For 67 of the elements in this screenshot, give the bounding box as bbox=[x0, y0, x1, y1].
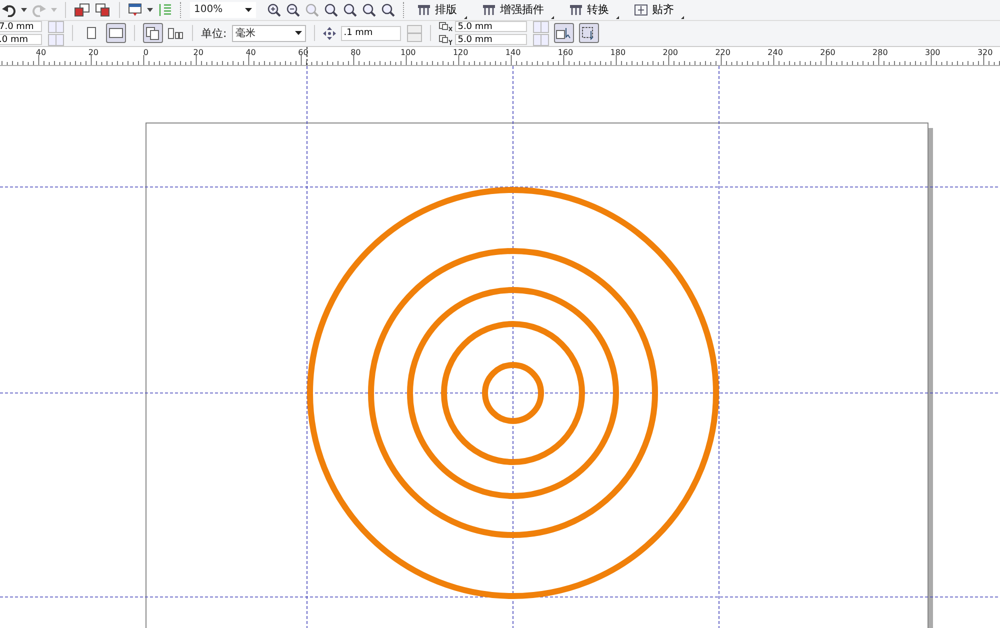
toolbar-icon[interactable] bbox=[482, 4, 496, 16]
ruler-label: 0 bbox=[143, 48, 148, 57]
vertical-guideline[interactable] bbox=[718, 66, 720, 628]
zoom-height-icon[interactable] bbox=[381, 2, 395, 17]
move-arrows-icon bbox=[322, 26, 336, 40]
caret-icon[interactable] bbox=[294, 31, 302, 36]
page-icon[interactable] bbox=[86, 27, 96, 40]
ruler-label: 40 bbox=[246, 48, 256, 57]
pages-icon[interactable] bbox=[146, 26, 160, 40]
toolbar-icon[interactable] bbox=[569, 4, 583, 16]
zoom-in-icon[interactable] bbox=[267, 2, 281, 17]
toolbar-icon[interactable] bbox=[417, 4, 431, 16]
caret-icon[interactable] bbox=[245, 8, 252, 12]
toolbar-menu-button[interactable]: 贴齐 bbox=[630, 0, 690, 19]
ruler-label: 100 bbox=[400, 48, 416, 57]
ruler-label: 160 bbox=[558, 48, 574, 57]
duplicate-y-field[interactable]: 5.0 mm bbox=[454, 34, 527, 46]
vertical-guideline[interactable] bbox=[306, 66, 308, 628]
zoom-dropdown[interactable]: 100% bbox=[190, 2, 256, 18]
current-page-icon[interactable] bbox=[168, 27, 184, 40]
zoom-page-icon[interactable] bbox=[343, 2, 357, 17]
ruler-label: 40 bbox=[36, 48, 46, 57]
ruler-label: 220 bbox=[715, 48, 730, 57]
horizontal-guideline[interactable] bbox=[0, 596, 1000, 598]
ruler-label: 300 bbox=[925, 48, 940, 57]
horizontal-guideline[interactable] bbox=[0, 392, 1000, 394]
zoom-out-icon[interactable] bbox=[286, 2, 300, 17]
landscape-page-button[interactable] bbox=[106, 23, 126, 44]
undo-icon[interactable] bbox=[2, 2, 16, 17]
ruler-label: 320 bbox=[977, 48, 993, 57]
height-field[interactable]: .0 mm bbox=[0, 34, 42, 46]
flyout-corner-icon[interactable] bbox=[616, 16, 619, 19]
caret-icon[interactable] bbox=[21, 8, 27, 12]
flyout-corner-icon[interactable] bbox=[551, 16, 554, 19]
zoom-all-icon[interactable] bbox=[324, 2, 338, 17]
duplicate-x-field[interactable]: 5.0 mm bbox=[454, 21, 527, 32]
zoom-width-icon[interactable] bbox=[362, 2, 376, 17]
snap-grid-icon[interactable] bbox=[634, 4, 648, 16]
export-icon[interactable] bbox=[95, 2, 111, 17]
width-field[interactable]: 7.0 mm bbox=[0, 21, 42, 32]
ruler-label: 140 bbox=[505, 48, 521, 57]
publish-icon[interactable] bbox=[128, 2, 142, 17]
ruler-label: 120 bbox=[452, 48, 468, 57]
unit-label: 单位: bbox=[201, 26, 227, 41]
horizontal-guideline[interactable] bbox=[0, 186, 1000, 188]
ruler-label: 20 bbox=[193, 48, 204, 57]
toolbar-menu-button[interactable]: 增强插件 bbox=[478, 0, 560, 19]
list-icon[interactable] bbox=[158, 2, 172, 17]
import-icon[interactable] bbox=[74, 2, 90, 17]
vertical-guideline[interactable] bbox=[512, 66, 514, 628]
ruler-label: 200 bbox=[662, 48, 678, 57]
page-icon[interactable] bbox=[109, 28, 123, 38]
ruler-label: 60 bbox=[298, 48, 308, 57]
toolbar-menu-button[interactable]: 排版 bbox=[413, 0, 473, 19]
ruler-label: 280 bbox=[872, 48, 888, 57]
ruler-label: 260 bbox=[820, 48, 836, 57]
nudge-field[interactable]: .1 mm bbox=[340, 26, 401, 41]
ruler-label: 180 bbox=[610, 48, 626, 57]
caret-icon[interactable] bbox=[147, 8, 153, 12]
ruler-label: 240 bbox=[768, 48, 783, 57]
ruler-label: 20 bbox=[88, 48, 99, 57]
flyout-corner-icon[interactable] bbox=[464, 16, 467, 19]
all-pages-button[interactable] bbox=[143, 23, 163, 44]
unit-dropdown[interactable]: 毫米 bbox=[232, 24, 306, 42]
flyout-corner-icon[interactable] bbox=[681, 16, 684, 19]
toolbar-menu-button[interactable]: 转换 bbox=[565, 0, 625, 19]
ruler-label: 80 bbox=[350, 48, 361, 57]
